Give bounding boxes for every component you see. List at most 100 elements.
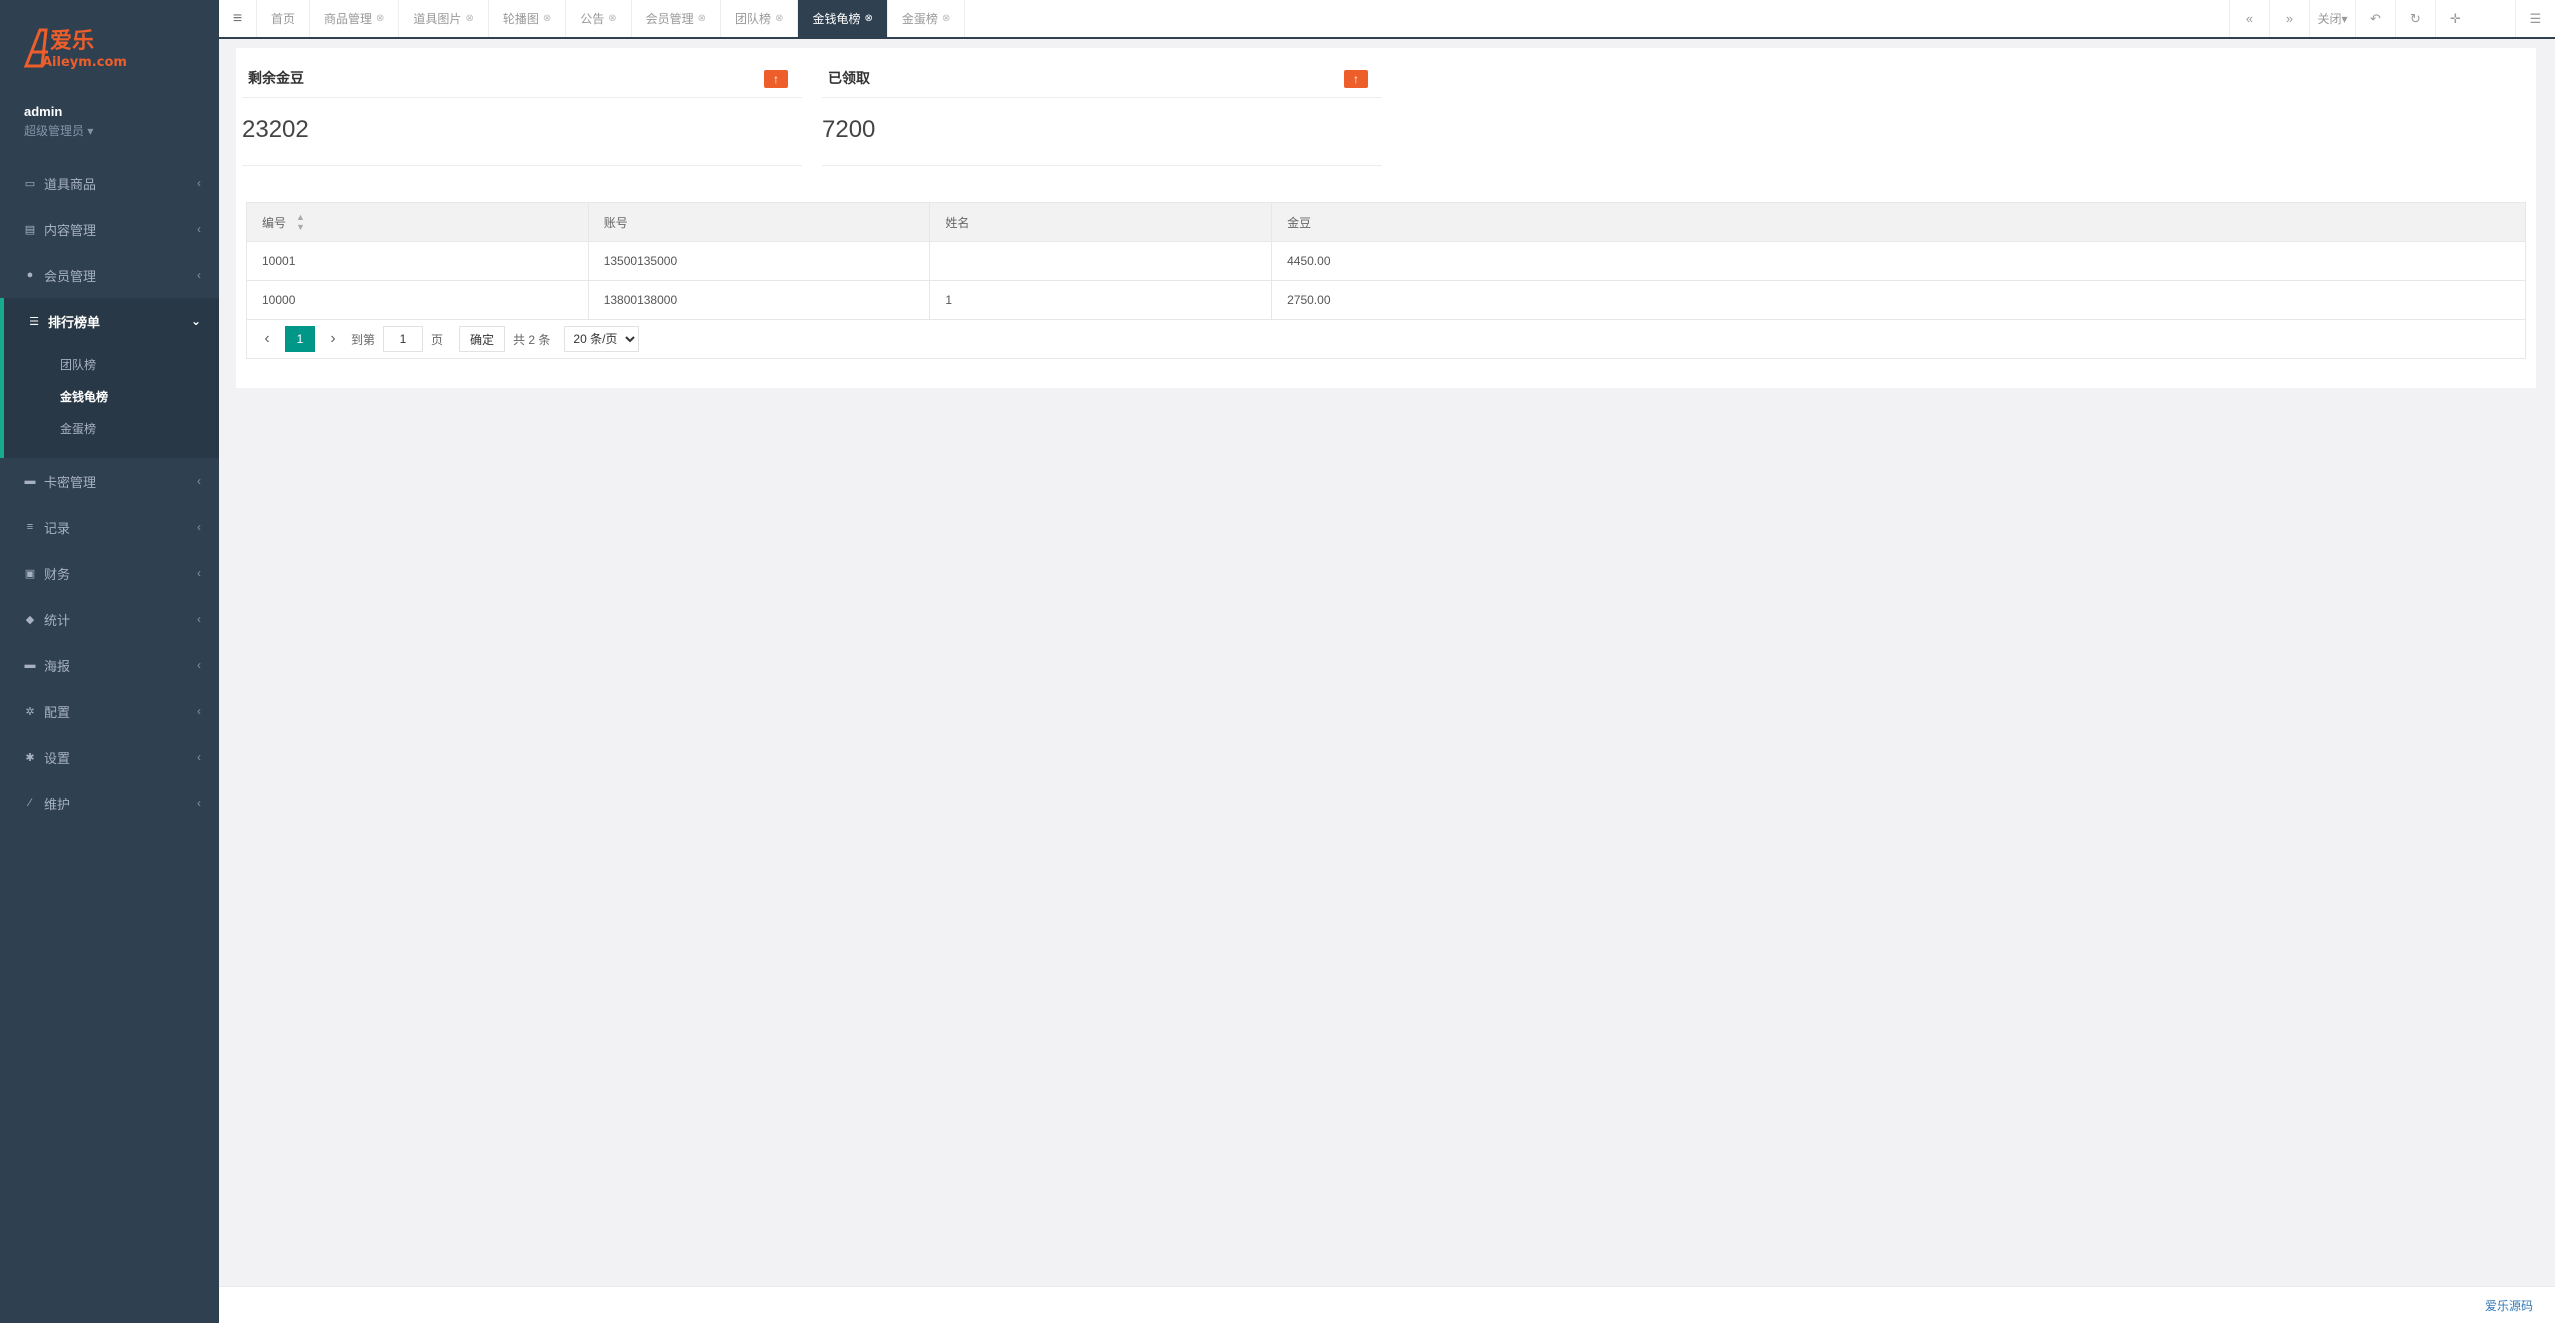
next-page-icon[interactable]: › bbox=[323, 330, 343, 348]
table-row: 10001 13500135000 4450.00 bbox=[247, 242, 2525, 281]
cell-beans: 4450.00 bbox=[1287, 254, 1331, 268]
current-page[interactable]: 1 bbox=[285, 326, 315, 352]
tab-carousel[interactable]: 轮播图 ⊗ bbox=[489, 0, 567, 37]
sidebar-item-members[interactable]: ● 会员管理 ‹ bbox=[0, 252, 219, 298]
chevron-left-icon: ‹ bbox=[197, 176, 201, 190]
sidebar-item-posters[interactable]: ▬ 海报 ‹ bbox=[0, 642, 219, 688]
user-role[interactable]: 超级管理员 ▾ bbox=[24, 122, 93, 139]
prev-page-icon[interactable]: ‹ bbox=[257, 330, 277, 348]
chevron-left-icon: ‹ bbox=[197, 612, 201, 626]
cell-account: 13500135000 bbox=[589, 242, 931, 280]
sidebar-item-cards[interactable]: ▬ 卡密管理 ‹ bbox=[0, 458, 219, 504]
chevron-left-icon: ‹ bbox=[197, 222, 201, 236]
sidebar: 爱乐 Aileym.com admin 超级管理员 ▾ ▭ 道具商品 ‹ ▤ 内… bbox=[0, 0, 219, 1323]
sidebar-item-label: 道具商品 bbox=[44, 176, 97, 192]
sidebar-item-config[interactable]: ✲ 配置 ‹ bbox=[0, 688, 219, 734]
menu-toggle-icon[interactable]: ≡ bbox=[219, 0, 257, 37]
close-icon[interactable]: ⊗ bbox=[543, 13, 551, 24]
refresh-icon[interactable]: ↻ bbox=[2395, 0, 2435, 37]
fullscreen-icon[interactable]: ✛ bbox=[2435, 0, 2475, 37]
stat-title: 已领取 ↑ bbox=[822, 58, 1382, 98]
tab-label: 轮播图 bbox=[502, 12, 539, 26]
tab-team-rank[interactable]: 团队榜 ⊗ bbox=[721, 0, 799, 37]
user-role-label: 超级管理员 bbox=[24, 124, 85, 138]
scroll-right-icon[interactable]: » bbox=[2269, 0, 2309, 37]
chevron-left-icon: ‹ bbox=[197, 520, 201, 534]
close-menu-button[interactable]: 关闭 ▾ bbox=[2309, 0, 2355, 37]
cell-name bbox=[930, 242, 1273, 280]
sidebar-item-content[interactable]: ▤ 内容管理 ‹ bbox=[0, 206, 219, 252]
pagination: ‹ 1 › 到第 页 确定 共 2 条 20 条/页 bbox=[247, 320, 2525, 358]
stat-value: 7200 bbox=[822, 98, 1382, 166]
stat-title-text: 剩余金豆 bbox=[248, 69, 304, 86]
close-icon[interactable]: ⊗ bbox=[465, 13, 473, 24]
sidebar-item-label: 统计 bbox=[44, 612, 71, 628]
caret-down-icon: ▾ bbox=[87, 124, 94, 138]
content-panel: 剩余金豆 ↑ 23202 已领取 ↑ 7200 编号 ▲ ▼ 账号 姓名 金豆 1000… bbox=[236, 48, 2536, 388]
cell-beans: 2750.00 bbox=[1287, 293, 1331, 307]
column-header-id[interactable]: 编号 ▲ ▼ bbox=[247, 203, 589, 241]
table-row: 10000 13800138000 1 2750.00 bbox=[247, 281, 2525, 320]
goto-label: 到第 bbox=[351, 332, 376, 347]
card-icon: ▬ bbox=[24, 659, 36, 671]
scroll-left-icon[interactable]: « bbox=[2229, 0, 2269, 37]
gear-icon: ✱ bbox=[25, 751, 35, 764]
cell-id: 10001 bbox=[247, 242, 589, 280]
page-size-select[interactable]: 20 条/页 bbox=[564, 326, 640, 352]
sort-icon[interactable]: ▲ ▼ bbox=[296, 212, 305, 232]
chevron-down-icon: ⌄ bbox=[190, 314, 201, 328]
sidebar-item-finance[interactable]: ▣ 财务 ‹ bbox=[0, 550, 219, 596]
close-icon[interactable]: ⊗ bbox=[698, 13, 706, 24]
close-icon[interactable]: ⊗ bbox=[942, 13, 950, 24]
sidebar-subitem-turtle[interactable]: 金钱龟榜 bbox=[4, 380, 219, 412]
tab-egg-rank[interactable]: 金蛋榜 ⊗ bbox=[888, 0, 966, 37]
sidebar-item-label: 配置 bbox=[44, 704, 71, 720]
tab-prop-images[interactable]: 道具图片 ⊗ bbox=[399, 0, 489, 37]
sidebar-item-stats[interactable]: ◆ 统计 ‹ bbox=[0, 596, 219, 642]
page-label: 页 bbox=[431, 332, 444, 347]
back-icon[interactable]: ↶ bbox=[2355, 0, 2395, 37]
sidebar-item-records[interactable]: ≡ 记录 ‹ bbox=[0, 504, 219, 550]
wand-icon: ⁄ bbox=[29, 797, 31, 809]
column-header-beans: 金豆 bbox=[1287, 215, 1312, 230]
close-icon[interactable]: ⊗ bbox=[864, 13, 872, 24]
arrow-up-icon: ↑ bbox=[764, 70, 788, 88]
tab-label: 金蛋榜 bbox=[901, 12, 938, 26]
goto-page-input[interactable] bbox=[383, 326, 424, 352]
column-header-name: 姓名 bbox=[930, 203, 1273, 241]
goto-confirm-button[interactable]: 确定 bbox=[459, 326, 506, 352]
chevron-left-icon: ‹ bbox=[197, 658, 201, 672]
sidebar-nav: ▭ 道具商品 ‹ ▤ 内容管理 ‹ ● 会员管理 ‹ ☰ 排行榜单 ⌄ 团队榜 … bbox=[0, 160, 219, 826]
ranking-table: 编号 ▲ ▼ 账号 姓名 金豆 10001 13500135000 4450.00 … bbox=[246, 202, 2526, 359]
tab-notice[interactable]: 公告 ⊗ bbox=[566, 0, 632, 37]
sidebar-subitem-team[interactable]: 团队榜 bbox=[4, 348, 219, 380]
right-sidebar-icon[interactable]: ☰ bbox=[2515, 0, 2555, 37]
sidebar-item-props[interactable]: ▭ 道具商品 ‹ bbox=[0, 160, 219, 206]
cubes-icon: ◆ bbox=[25, 613, 35, 626]
footer-link[interactable]: 爱乐源码 bbox=[2485, 1297, 2533, 1314]
user-icon: ● bbox=[26, 269, 34, 281]
close-icon[interactable]: ⊗ bbox=[775, 13, 783, 24]
table-header: 编号 ▲ ▼ 账号 姓名 金豆 bbox=[247, 203, 2525, 242]
sidebar-item-label: 会员管理 bbox=[44, 268, 97, 284]
sidebar-item-rankings[interactable]: ☰ 排行榜单 ⌄ bbox=[0, 298, 219, 344]
tab-label: 团队榜 bbox=[735, 12, 772, 26]
close-icon[interactable]: ⊗ bbox=[376, 13, 384, 24]
arrow-up-icon: ↑ bbox=[1344, 70, 1368, 88]
stat-title: 剩余金豆 ↑ bbox=[242, 58, 802, 98]
tab-home[interactable]: 首页 bbox=[257, 0, 311, 37]
card-icon: ▬ bbox=[24, 475, 36, 487]
tab-label: 首页 bbox=[271, 12, 296, 26]
close-icon[interactable]: ⊗ bbox=[608, 13, 616, 24]
user-profile[interactable]: admin 超级管理员 ▾ bbox=[24, 104, 93, 139]
logo: 爱乐 Aileym.com bbox=[23, 28, 127, 70]
sidebar-subitem-egg[interactable]: 金蛋榜 bbox=[4, 412, 219, 444]
tab-label: 金钱龟榜 bbox=[812, 12, 861, 26]
tab-members[interactable]: 会员管理 ⊗ bbox=[632, 0, 722, 37]
tab-products[interactable]: 商品管理 ⊗ bbox=[310, 0, 400, 37]
sidebar-item-settings[interactable]: ✱ 设置 ‹ bbox=[0, 734, 219, 780]
tab-turtle-rank[interactable]: 金钱龟榜 ⊗ bbox=[798, 0, 888, 37]
column-header-account: 账号 bbox=[589, 203, 931, 241]
sidebar-item-maintenance[interactable]: ⁄ 维护 ‹ bbox=[0, 780, 219, 826]
